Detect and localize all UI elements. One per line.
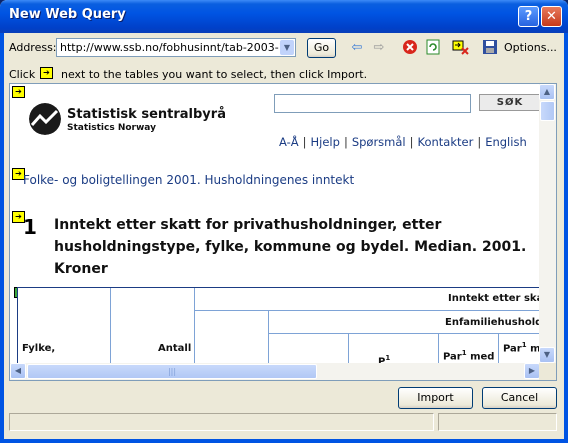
window-frame-right [564,33,568,443]
col-p-sup: 1 [385,354,391,362]
back-arrow-icon[interactable]: ⇦ [348,39,366,57]
options-button[interactable]: Options... [504,41,557,54]
nav-link-english[interactable]: English [485,135,527,149]
col-par-m-text: Par [503,343,522,355]
hint-part2: next to the tables you want to select, t… [61,68,368,81]
window-frame-bottom [0,439,568,443]
refresh-icon[interactable] [424,39,442,57]
nav-link-sporsmal[interactable]: Spørsmål [352,135,406,149]
import-button[interactable]: Import [398,387,473,409]
horizontal-scroll-thumb[interactable]: ||| [27,364,317,379]
window-frame-left [0,33,4,443]
scroll-down-icon[interactable]: ▼ [539,347,555,363]
select-arrow-icon: ➔ [40,67,53,79]
web-query-dialog: New Web Query ? ✕ Address: http://www.ss… [0,0,568,443]
close-button[interactable]: ✕ [541,6,562,27]
address-label: Address: [9,41,57,54]
hide-icons-icon[interactable] [452,39,470,57]
help-button[interactable]: ? [518,6,539,27]
col-enfamiliehusholdninger: Enfamiliehushold [445,317,543,328]
nav-link-kontakter[interactable]: Kontakter [418,135,474,149]
address-combobox[interactable]: http://www.ssb.no/fobhusinnt/tab-2003-12… [56,38,296,57]
col-par-med: Par1 med [443,349,494,362]
status-bar-main [9,413,434,431]
logo-title: Statistisk sentralbyrå [67,107,226,122]
status-bar-secondary [438,413,557,431]
horizontal-scrollbar[interactable]: ◀ ||| ▶ [10,363,540,380]
data-table: Fylke, Antall Inntekt etter ska Enfamili… [17,287,545,367]
hint-text: Click ➔ next to the tables you want to s… [9,67,367,81]
window-title: New Web Query [9,7,126,22]
vertical-scrollbar[interactable]: ▲ ▼ [539,84,556,363]
site-nav-links: A-Å | Hjelp | Spørsmål | Kontakter | English [279,135,527,149]
search-button[interactable]: SØK [479,94,541,111]
col-inntekt-etter-skatt: Inntekt etter ska [448,293,544,304]
scrollbar-corner [539,363,556,380]
select-page-arrow-icon[interactable]: ➔ [12,86,25,98]
nav-link-hjelp[interactable]: Hjelp [311,135,340,149]
col-par-med-rest: med [466,351,495,363]
col-fylke: Fylke, [22,343,56,354]
col-par-med-text: Par [443,351,462,363]
table-title: Inntekt etter skatt for privathusholdnin… [54,217,527,277]
logo-subtitle: Statistics Norway [67,123,156,133]
col-par-m: Par1 m [503,341,541,354]
breadcrumb[interactable]: Folke- og boligtellingen 2001. Husholdni… [23,173,354,187]
scroll-up-icon[interactable]: ▲ [539,84,555,100]
ssb-logo [29,103,61,135]
address-value[interactable]: http://www.ssb.no/fobhusinnt/tab-2003-12… [60,41,280,54]
scroll-left-icon[interactable]: ◀ [10,363,26,379]
cancel-button[interactable]: Cancel [482,387,557,409]
site-search-input[interactable] [274,94,471,113]
web-preview-pane: ➔ Statistisk sentralbyrå Statistics Norw… [9,83,557,381]
vertical-scroll-thumb[interactable] [540,101,555,121]
stop-icon[interactable] [401,39,419,57]
nav-link-a-aa[interactable]: A-Å [279,135,299,149]
forward-arrow-icon[interactable]: ⇨ [370,39,388,57]
title-bar: New Web Query ? ✕ [0,0,568,33]
save-query-icon[interactable] [481,39,499,57]
hint-part1: Click [9,68,36,81]
scroll-right-icon[interactable]: ▶ [524,363,540,379]
table-number: 1 [23,215,37,239]
col-antall: Antall [158,343,192,354]
go-button[interactable]: Go [307,38,336,58]
chevron-down-icon[interactable]: ▼ [280,40,294,55]
